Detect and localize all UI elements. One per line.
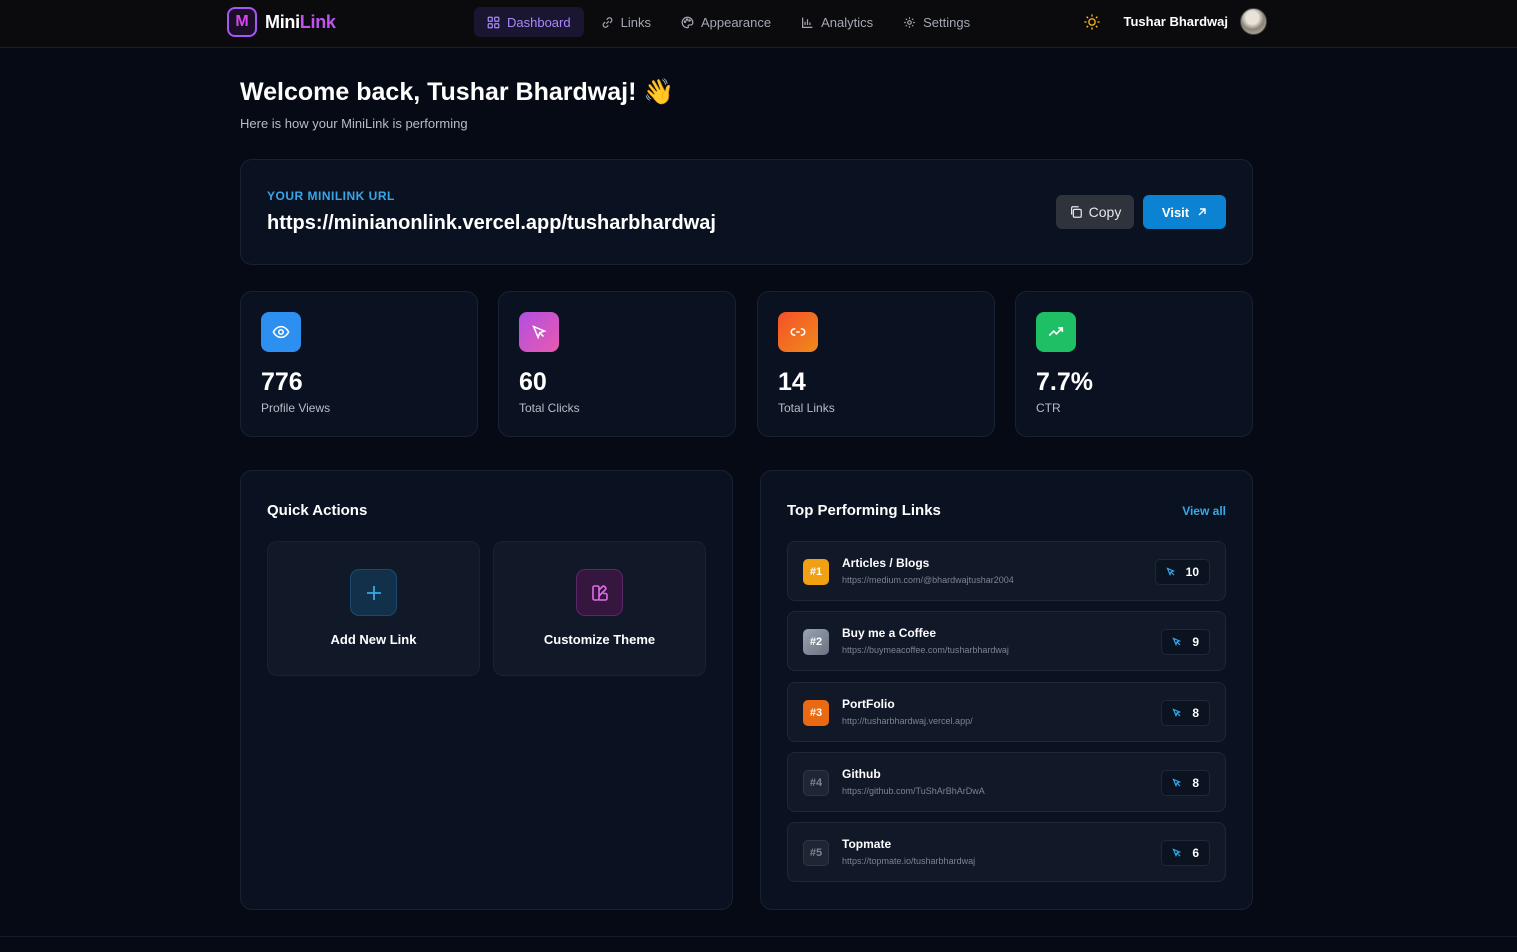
url-label: YOUR MINILINK URL [267, 189, 395, 203]
top-link-row[interactable]: #4 Github https://github.com/TuShArBhArD… [787, 752, 1226, 812]
link-url: http://tusharbhardwaj.vercel.app/ [842, 716, 973, 726]
stat-label: Profile Views [261, 401, 331, 415]
nav-appearance[interactable]: Appearance [668, 7, 784, 37]
stat-label: Total Links [778, 401, 835, 415]
cursor-icon [1172, 637, 1182, 647]
copy-button-label: Copy [1088, 204, 1122, 220]
visit-button-label: Visit [1161, 204, 1190, 220]
nav-links[interactable]: Links [588, 7, 664, 37]
nav-dashboard[interactable]: Dashboard [474, 7, 584, 37]
minilink-url-card: YOUR MINILINK URL https://minianonlink.v… [240, 159, 1253, 265]
brand-logo[interactable]: M MiniLink [227, 7, 336, 37]
external-arrow-icon [1198, 208, 1206, 216]
nav-analytics[interactable]: Analytics [788, 7, 886, 37]
brand-badge: M [227, 7, 257, 37]
page-subtitle: Here is how your MiniLink is performing [240, 116, 468, 131]
link-icon [778, 312, 818, 352]
trending-up-icon [1036, 312, 1076, 352]
link-title: Github [842, 767, 881, 781]
stat-value: 60 [519, 368, 547, 396]
avatar[interactable] [1240, 8, 1267, 35]
url-value: https://minianonlink.vercel.app/tusharbh… [267, 212, 716, 234]
click-count: 8 [1161, 700, 1210, 726]
link-icon [602, 16, 612, 28]
nav-analytics-label: Analytics [821, 14, 874, 30]
nav-settings-label: Settings [923, 14, 971, 30]
eye-icon [261, 312, 301, 352]
grid-icon [487, 16, 500, 28]
rank-badge: #4 [803, 770, 829, 796]
nav-settings[interactable]: Settings [890, 7, 983, 37]
nav-appearance-label: Appearance [700, 14, 772, 30]
cursor-icon [1172, 778, 1182, 788]
link-title: Topmate [842, 837, 892, 851]
link-title: Articles / Blogs [842, 556, 930, 570]
top-navbar: M MiniLink Dashboard Links Appearance An… [0, 0, 1517, 48]
rank-badge: #3 [803, 700, 829, 726]
click-count: 8 [1161, 770, 1210, 796]
bar-chart-icon [802, 17, 813, 28]
click-count: 9 [1161, 629, 1210, 655]
user-area: Tushar Bhardwaj [1083, 8, 1267, 35]
cursor-icon [1172, 708, 1182, 718]
link-url: https://medium.com/@bhardwajtushar2004 [842, 575, 1014, 585]
cursor-icon [519, 312, 559, 352]
quick-actions-panel: Quick Actions Add New Link Customize The… [240, 470, 733, 910]
copy-button[interactable]: Copy [1056, 195, 1134, 229]
stat-card-profile-views: 776 Profile Views [240, 291, 478, 437]
rank-badge: #1 [803, 559, 829, 585]
stat-card-total-links: 14 Total Links [757, 291, 995, 437]
stat-value: 7.7% [1036, 368, 1093, 396]
nav-links-label: Links [620, 14, 651, 30]
link-url: https://github.com/TuShArBhArDwA [842, 786, 985, 796]
stat-value: 14 [778, 368, 806, 396]
footer-divider [0, 936, 1517, 937]
nav-dashboard-label: Dashboard [507, 14, 571, 30]
stat-label: CTR [1036, 401, 1061, 415]
top-links-panel: Top Performing Links View all #1 Article… [760, 470, 1253, 910]
top-link-row[interactable]: #5 Topmate https://topmate.io/tusharbhar… [787, 822, 1226, 882]
stat-card-total-clicks: 60 Total Clicks [498, 291, 736, 437]
click-count: 10 [1154, 559, 1210, 585]
link-title: PortFolio [842, 697, 895, 711]
rank-badge: #2 [803, 629, 829, 655]
add-new-link-label: Add New Link [330, 632, 417, 647]
main-nav: Dashboard Links Appearance Analytics Set… [474, 7, 983, 37]
quick-actions-title: Quick Actions [267, 502, 368, 519]
link-url: https://buymeacoffee.com/tusharbhardwaj [842, 645, 1009, 655]
plus-icon [350, 569, 397, 616]
top-link-row[interactable]: #1 Articles / Blogs https://medium.com/@… [787, 541, 1226, 601]
customize-theme-label: Customize Theme [543, 632, 656, 647]
page-title: Welcome back, Tushar Bhardwaj! 👋 [240, 78, 675, 106]
user-name[interactable]: Tushar Bhardwaj [1123, 14, 1228, 29]
top-links-title: Top Performing Links [787, 502, 941, 519]
cursor-icon [1166, 567, 1175, 577]
copy-icon [1070, 206, 1082, 218]
customize-theme-button[interactable]: Customize Theme [493, 541, 706, 676]
cursor-icon [1172, 848, 1182, 858]
top-link-row[interactable]: #2 Buy me a Coffee https://buymeacoffee.… [787, 611, 1226, 671]
view-all-link[interactable]: View all [1182, 504, 1226, 518]
brand-name: MiniLink [265, 11, 336, 32]
palette-icon [681, 16, 694, 28]
link-url: https://topmate.io/tusharbhardwaj [842, 856, 976, 866]
visit-button[interactable]: Visit [1143, 195, 1226, 229]
add-new-link-button[interactable]: Add New Link [267, 541, 480, 676]
link-title: Buy me a Coffee [842, 626, 937, 640]
click-count: 6 [1161, 840, 1210, 866]
rank-badge: #5 [803, 840, 829, 866]
top-link-row[interactable]: #3 PortFolio http://tusharbhardwaj.verce… [787, 682, 1226, 742]
sun-icon[interactable] [1083, 13, 1101, 31]
stat-value: 776 [261, 368, 303, 396]
stat-card-ctr: 7.7% CTR [1015, 291, 1253, 437]
gear-icon [904, 16, 915, 28]
swatch-icon [576, 569, 623, 616]
stat-label: Total Clicks [519, 401, 580, 415]
